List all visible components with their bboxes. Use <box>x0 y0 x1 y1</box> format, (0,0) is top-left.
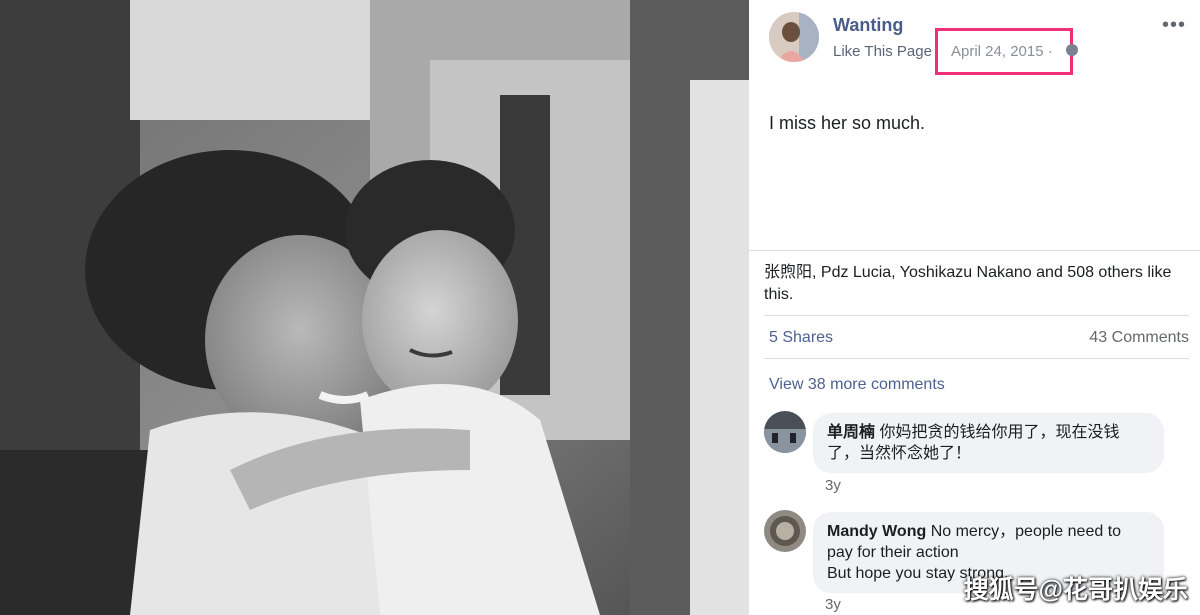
like-page-link[interactable]: Like This Page <box>833 43 932 60</box>
author-avatar[interactable] <box>769 12 819 62</box>
watermark: 搜狐号@花哥扒娱乐 <box>963 576 1188 604</box>
author-name[interactable]: Wanting <box>833 15 903 36</box>
more-options-icon[interactable]: ••• <box>1162 14 1186 37</box>
post-photo[interactable] <box>0 0 749 615</box>
commenter-name[interactable]: 单周楠 <box>827 424 875 441</box>
comment-time[interactable]: 3y <box>825 477 841 494</box>
comments-count-link[interactable]: 43 Comments <box>1089 329 1189 347</box>
post-meta: Like This Page <box>833 43 932 60</box>
photo-image <box>0 0 749 615</box>
commenter-avatar[interactable] <box>764 411 806 453</box>
globe-icon <box>1066 44 1078 56</box>
likes-summary[interactable]: 张煦阳, Pdz Lucia, Yoshikazu Nakano and 508… <box>764 262 1189 306</box>
divider <box>764 358 1189 359</box>
divider <box>749 250 1200 251</box>
post-text: I miss her so much. <box>769 113 926 133</box>
shares-link[interactable]: 5 Shares <box>769 329 833 347</box>
comment-bubble: 单周楠 你妈把贪的钱给你用了，现在没钱了，当然怀念她了！ <box>813 413 1164 473</box>
avatar-image <box>769 12 819 62</box>
commenter-name[interactable]: Mandy Wong <box>827 523 926 540</box>
comment-time[interactable]: 3y <box>825 596 841 613</box>
post-panel: Wanting Like This Page April 24, 2015 · … <box>749 0 1200 615</box>
view-more-comments-link[interactable]: View 38 more comments <box>769 376 945 394</box>
post-date[interactable]: April 24, 2015 · <box>951 43 1053 60</box>
commenter-avatar[interactable] <box>764 510 806 552</box>
divider <box>764 315 1189 316</box>
commenter-avatar-image <box>764 510 806 552</box>
commenter-avatar-image <box>764 411 806 453</box>
